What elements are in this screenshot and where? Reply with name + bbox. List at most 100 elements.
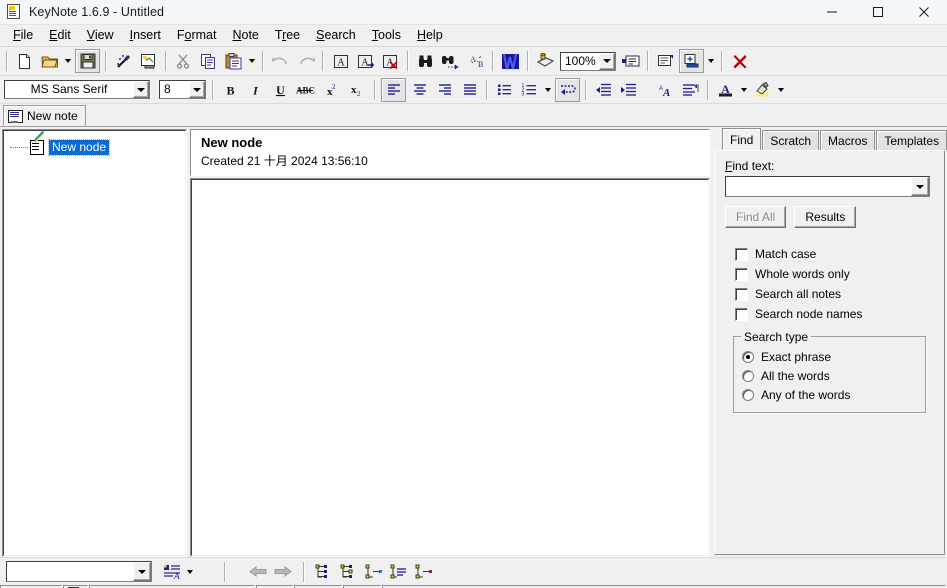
paste-dropdown-arrow[interactable] (246, 50, 258, 72)
text-color-icon[interactable]: A (714, 79, 737, 101)
style-combo[interactable] (6, 561, 152, 582)
insert-node-dropdown-arrow[interactable] (705, 50, 717, 72)
bullet-list-icon[interactable] (493, 79, 516, 101)
menu-note[interactable]: Note (224, 26, 266, 45)
find-binoculars-icon[interactable] (414, 50, 437, 72)
node-name-icon[interactable] (619, 50, 642, 72)
tree-add-child-icon[interactable] (362, 561, 385, 583)
tab-macros[interactable]: Macros (820, 130, 875, 150)
whole-words-checkbox[interactable] (735, 268, 748, 281)
tab-templates[interactable]: Templates (876, 130, 947, 150)
redo-icon[interactable] (294, 50, 317, 72)
style-swatch-icon[interactable] (499, 50, 522, 72)
search-node-names-checkbox[interactable] (735, 308, 748, 321)
find-next-icon[interactable] (439, 50, 462, 72)
tree-add-sibling-icon[interactable] (387, 561, 410, 583)
save-icon[interactable] (75, 49, 100, 73)
subscript-icon[interactable]: x2 (344, 79, 367, 101)
tab-scratch[interactable]: Scratch (762, 130, 819, 150)
close-button[interactable] (901, 0, 947, 24)
menu-search[interactable]: Search (308, 26, 364, 45)
note-info-icon[interactable] (654, 50, 677, 72)
paste-icon[interactable] (222, 50, 245, 72)
font-size-combo-arrow[interactable] (189, 81, 205, 98)
checkbox-search-node-names[interactable]: Search node names (735, 304, 934, 324)
font-name-combo[interactable]: MS Sans Serif (4, 80, 150, 99)
tree-outline-icon-2[interactable] (337, 561, 360, 583)
align-center-icon[interactable] (408, 79, 431, 101)
menu-view[interactable]: View (79, 26, 122, 45)
all-the-words-radio[interactable] (742, 370, 754, 382)
find-text-combo-arrow[interactable] (911, 177, 929, 196)
font-a-icon[interactable]: A (329, 50, 352, 72)
paragraph-spacing-icon[interactable]: ¶ (679, 79, 702, 101)
open-folder-icon[interactable] (38, 50, 61, 72)
font-color-a-icon[interactable]: A A (654, 79, 677, 101)
align-left-icon[interactable] (381, 78, 406, 102)
note-body-text[interactable] (191, 179, 709, 556)
apply-style-icon[interactable]: A (160, 561, 183, 583)
word-wrap-icon[interactable] (555, 78, 580, 102)
minimize-button[interactable] (809, 0, 855, 24)
search-all-notes-checkbox[interactable] (735, 288, 748, 301)
any-of-the-words-radio[interactable] (742, 389, 754, 401)
style-dropdown-arrow[interactable] (184, 561, 196, 583)
move-node-left-icon[interactable] (246, 561, 269, 583)
increase-indent-icon[interactable] (617, 79, 640, 101)
decrease-indent-icon[interactable] (592, 79, 615, 101)
text-color-dropdown-arrow[interactable] (738, 79, 750, 101)
superscript-icon[interactable]: x2 (319, 79, 342, 101)
font-a-next-icon[interactable]: A (354, 50, 377, 72)
magic-wand-icon[interactable] (112, 50, 135, 72)
radio-any-of-the-words[interactable]: Any of the words (742, 385, 925, 404)
list-dropdown-arrow[interactable] (542, 79, 554, 101)
copy-icon[interactable] (197, 50, 220, 72)
cut-scissors-icon[interactable] (172, 50, 195, 72)
delete-red-x-icon[interactable] (728, 50, 751, 72)
highlight-color-icon[interactable] (751, 79, 774, 101)
style-combo-arrow[interactable] (133, 562, 151, 581)
zoom-combo[interactable]: 100% (560, 52, 616, 71)
underline-icon[interactable]: U (269, 79, 292, 101)
menu-help[interactable]: Help (409, 26, 451, 45)
highlight-dropdown-arrow[interactable] (775, 79, 787, 101)
insert-node-icon[interactable] (679, 49, 704, 73)
menu-insert[interactable]: Insert (122, 26, 169, 45)
italic-icon[interactable]: I (244, 79, 267, 101)
tree-outline-icon-1[interactable] (312, 561, 335, 583)
strikethrough-icon[interactable]: ABC (294, 79, 317, 101)
exact-phrase-radio[interactable] (742, 351, 754, 363)
note-tree-panel[interactable]: New node (2, 129, 187, 557)
menu-tools[interactable]: Tools (364, 26, 409, 45)
open-dropdown-arrow[interactable] (62, 50, 74, 72)
match-case-checkbox[interactable] (735, 248, 748, 261)
tree-node-row[interactable]: New node (10, 139, 185, 156)
move-node-right-icon[interactable] (271, 561, 294, 583)
new-file-icon[interactable] (13, 50, 36, 72)
checkbox-whole-words[interactable]: Whole words only (735, 264, 934, 284)
find-text-input[interactable] (725, 176, 930, 197)
radio-exact-phrase[interactable]: Exact phrase (742, 347, 925, 366)
spell-check-icon[interactable]: A B (464, 50, 487, 72)
menu-format[interactable]: Format (169, 26, 225, 45)
font-a-delete-icon[interactable]: A (379, 50, 402, 72)
checkbox-search-all-notes[interactable]: Search all notes (735, 284, 934, 304)
radio-all-the-words[interactable]: All the words (742, 366, 925, 385)
zoom-combo-arrow[interactable] (599, 53, 615, 70)
find-all-button[interactable]: Find All (725, 206, 786, 228)
tab-find[interactable]: Find (722, 128, 761, 150)
tree-node-label[interactable]: New node (49, 140, 109, 155)
zoom-icon[interactable] (534, 50, 557, 72)
tree-delete-node-icon[interactable] (412, 561, 435, 583)
menu-tree[interactable]: Tree (267, 26, 308, 45)
note-body-editor[interactable] (190, 178, 710, 557)
menu-file[interactable]: File (5, 26, 41, 45)
note-properties-icon[interactable] (137, 50, 160, 72)
checkbox-match-case[interactable]: Match case (735, 244, 934, 264)
font-name-combo-arrow[interactable] (133, 81, 149, 98)
undo-icon[interactable] (269, 50, 292, 72)
bold-icon[interactable]: B (219, 79, 242, 101)
numbered-list-icon[interactable]: 123 (518, 79, 541, 101)
results-button[interactable]: Results (794, 206, 856, 228)
menu-edit[interactable]: Edit (41, 26, 79, 45)
